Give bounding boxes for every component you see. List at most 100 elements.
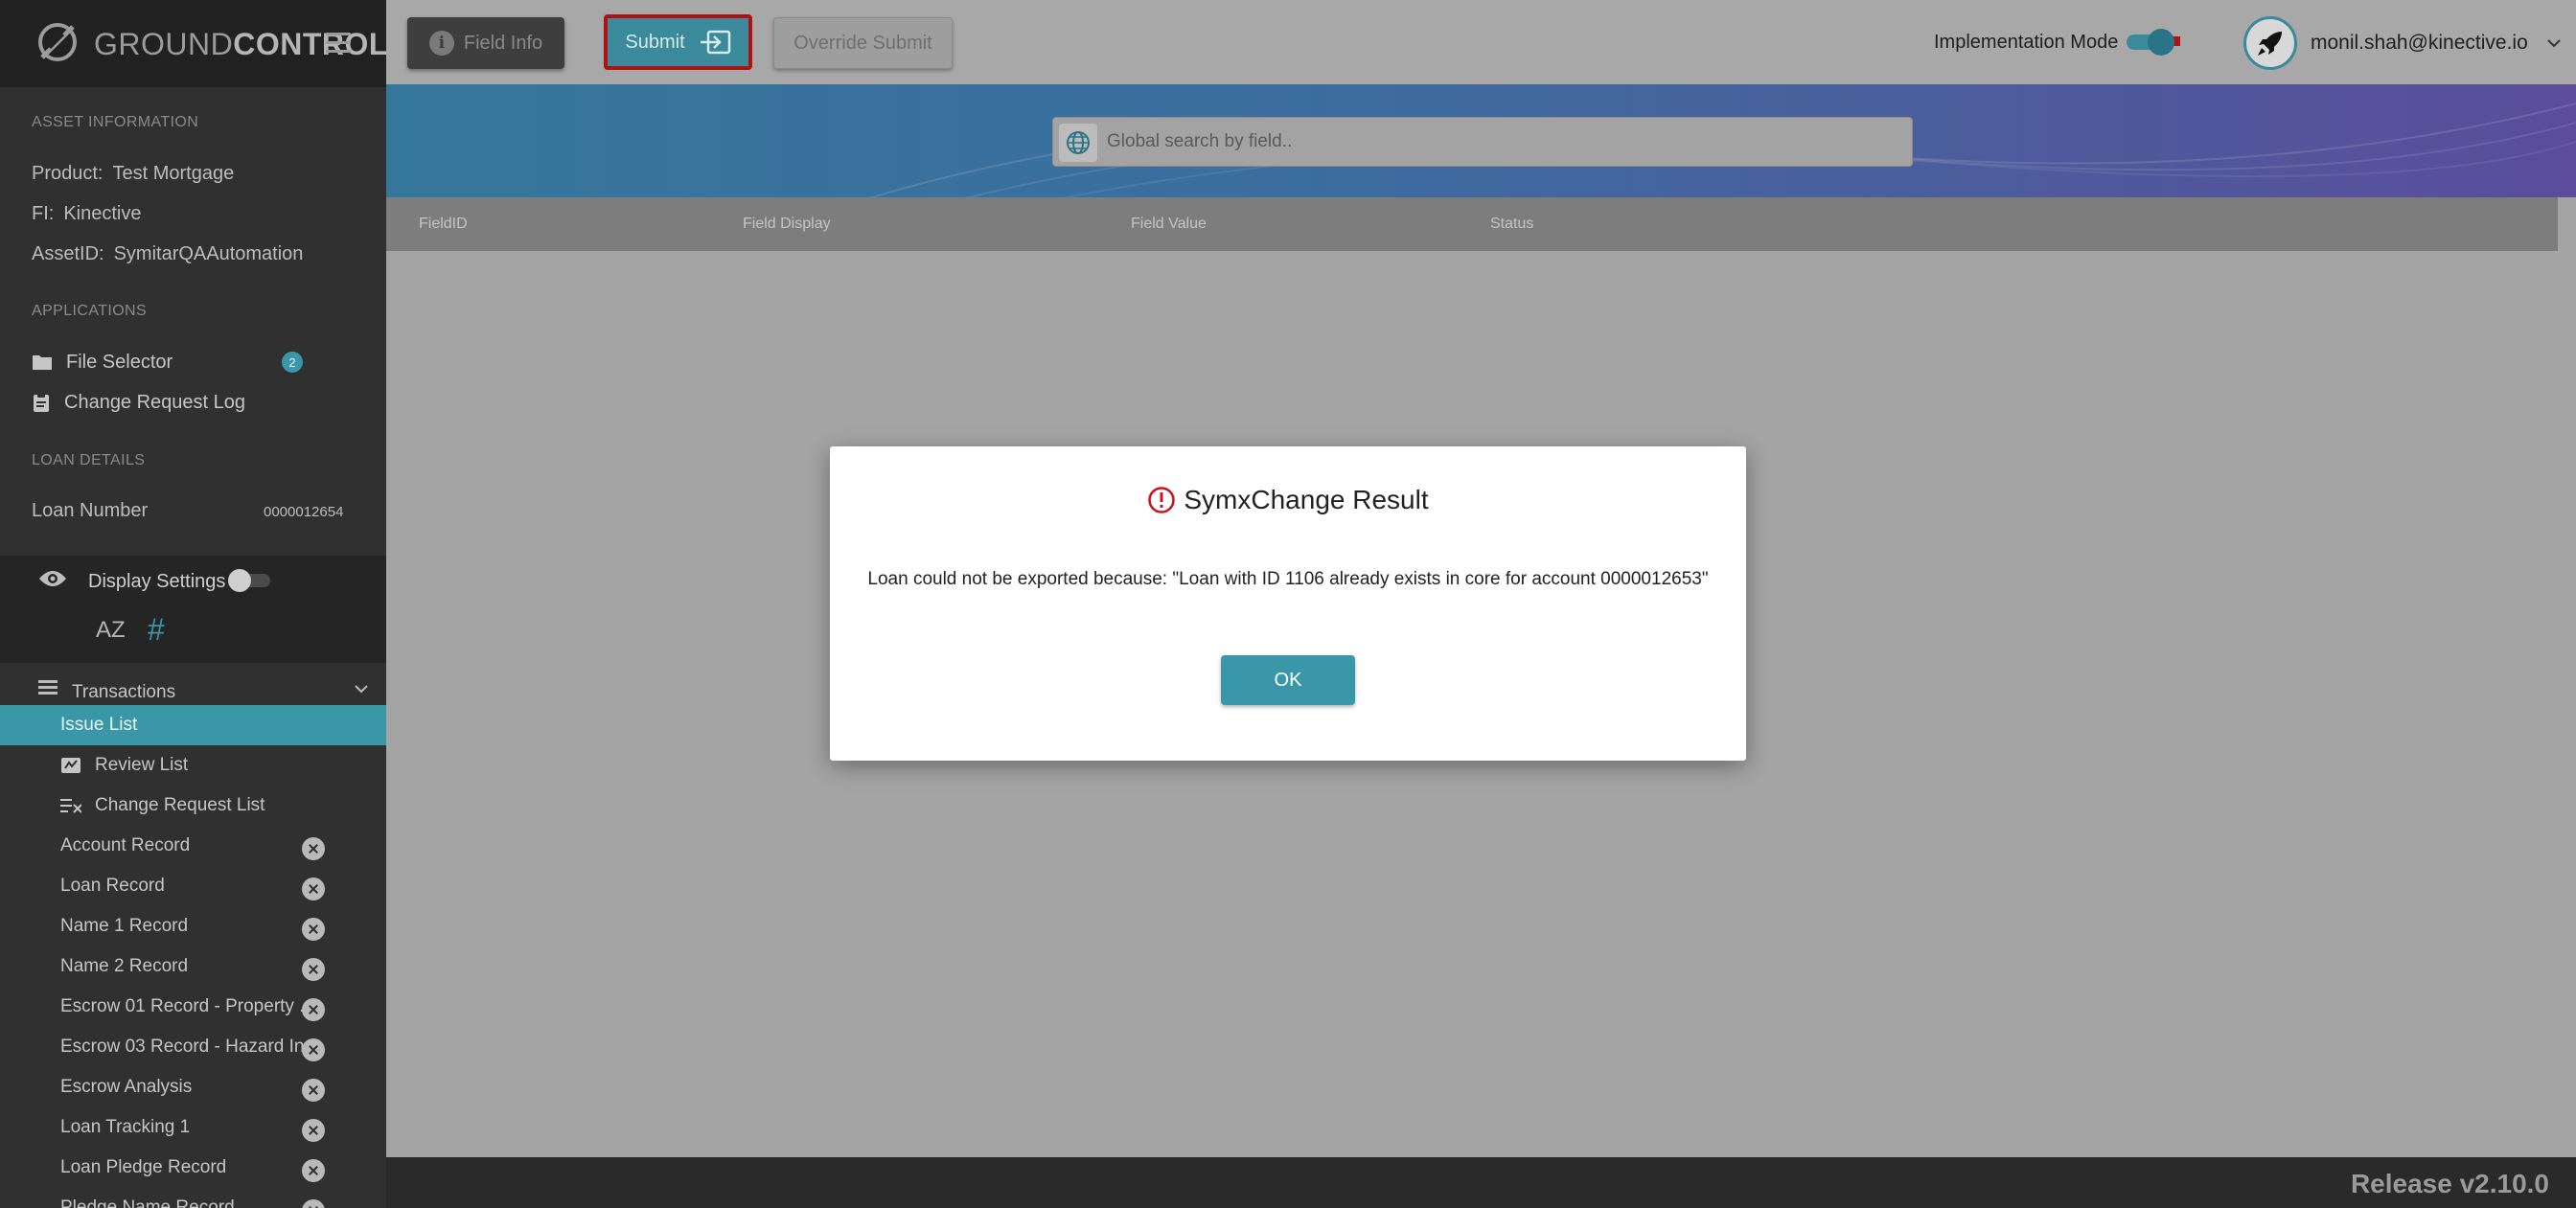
close-icon[interactable] [302, 998, 325, 1021]
close-icon[interactable] [302, 1038, 325, 1061]
submit-icon [700, 30, 730, 55]
nav-name-1-record[interactable]: Name 1 Record [0, 906, 386, 946]
close-icon[interactable] [302, 958, 325, 981]
file-selector-count-badge: 2 [282, 352, 303, 373]
close-icon[interactable] [302, 837, 325, 860]
search-banner [386, 84, 2576, 197]
nav-name-2-record[interactable]: Name 2 Record [0, 946, 386, 987]
nav-review-list[interactable]: Review List [0, 745, 386, 786]
nav-escrow-03-record[interactable]: Escrow 03 Record - Hazard In... [0, 1027, 386, 1067]
nav-loan-pledge-record[interactable]: Loan Pledge Record [0, 1148, 386, 1188]
nav-loan-record[interactable]: Loan Record [0, 866, 386, 906]
app-change-request-log[interactable]: Change Request Log [32, 387, 245, 418]
nav-item-label: Name 1 Record [60, 916, 189, 936]
ok-button[interactable]: OK [1221, 655, 1355, 705]
loan-number-label: Loan Number [32, 500, 149, 521]
chevron-down-icon [2547, 39, 2561, 48]
clipboard-icon [34, 393, 49, 412]
nav-item-label: Account Record [60, 835, 191, 855]
review-icon [61, 758, 80, 773]
dialog-title-text: SymxChange Result [1184, 485, 1429, 514]
globe-icon[interactable] [1059, 124, 1097, 162]
info-icon: i [428, 31, 454, 56]
nav-issue-list[interactable]: Issue List [0, 705, 386, 745]
avatar [2243, 16, 2297, 70]
nav-item-label: Pledge Name Record [60, 1197, 235, 1208]
app-file-selector[interactable]: File Selector [32, 347, 172, 377]
app-file-selector-label: File Selector [66, 351, 173, 373]
error-icon [1148, 487, 1176, 513]
chevron-down-icon [355, 685, 368, 694]
close-icon[interactable] [302, 1199, 325, 1208]
nav-escrow-analysis[interactable]: Escrow Analysis [0, 1067, 386, 1107]
applications-heading: APPLICATIONS [32, 303, 148, 319]
loan-number-value: 0000012654 [264, 504, 344, 520]
folder-icon [33, 355, 52, 370]
loan-details-heading: LOAN DETAILS [32, 452, 146, 468]
sidebar: GROUNDCONTROL ASSET INFORMATION Product:… [0, 0, 386, 1208]
close-icon[interactable] [302, 1079, 325, 1102]
close-icon[interactable] [302, 918, 325, 941]
eye-icon [39, 571, 66, 586]
global-search [1052, 117, 1913, 167]
hash-icon[interactable]: # [148, 612, 165, 648]
nav-item-label: Escrow 01 Record - Property ... [60, 996, 315, 1016]
list-icon [38, 680, 58, 695]
nav-change-request-list[interactable]: Change Request List [0, 786, 386, 826]
rocket-icon [2258, 32, 2282, 56]
asset-id: AssetID: SymitarQAAutomation [32, 243, 304, 264]
override-submit-button[interactable]: Override Submit [773, 17, 953, 69]
transactions-header[interactable]: Transactions [0, 671, 386, 702]
override-submit-label: Override Submit [794, 32, 932, 54]
implementation-mode-toggle[interactable] [2123, 27, 2180, 57]
asset-product: Product: Test Mortgage [32, 163, 235, 184]
display-settings-panel: Display Settings AZ # [0, 556, 386, 663]
nav-escrow-01-record[interactable]: Escrow 01 Record - Property ... [0, 987, 386, 1027]
field-info-label: Field Info [463, 32, 543, 54]
dialog-message: Loan could not be exported because: "Loa… [867, 569, 1709, 589]
user-menu[interactable]: monil.shah@kinective.io [2243, 16, 2561, 70]
column-header-field-display[interactable]: Field Display [743, 216, 831, 233]
table-header: FieldID Field Display Field Value Status [386, 197, 2558, 251]
display-settings-toggle[interactable] [228, 567, 274, 592]
dialog-title: SymxChange Result [830, 485, 1746, 515]
app-change-request-log-label: Change Request Log [64, 391, 246, 413]
close-icon[interactable] [302, 1159, 325, 1182]
user-email: monil.shah@kinective.io [2311, 32, 2528, 54]
groundcontrol-logo-icon [38, 23, 77, 61]
nav-pledge-name-record[interactable]: Pledge Name Record [0, 1188, 386, 1208]
column-header-fieldid[interactable]: FieldID [419, 216, 468, 233]
release-version: Release v2.10.0 [2350, 1169, 2549, 1198]
nav-item-label: Loan Pledge Record [60, 1157, 227, 1177]
nav-change-request-list-label: Change Request List [95, 795, 265, 815]
display-settings-label: Display Settings [88, 571, 226, 592]
transactions-label: Transactions [72, 682, 176, 702]
change-list-icon [60, 799, 81, 813]
nav-review-list-label: Review List [95, 755, 189, 775]
nav-loan-tracking-1[interactable]: Loan Tracking 1 [0, 1107, 386, 1148]
submit-button[interactable]: Submit [604, 14, 752, 70]
nav-issue-list-label: Issue List [60, 715, 138, 735]
top-toolbar: i Field Info Submit Override Submit Impl… [386, 0, 2576, 84]
implementation-mode-label: Implementation Mode [1934, 32, 2119, 53]
nav-item-label: Name 2 Record [60, 956, 189, 976]
nav-account-record[interactable]: Account Record [0, 826, 386, 866]
sort-az-icon[interactable]: AZ [96, 617, 126, 644]
sidebar-header: GROUNDCONTROL [0, 0, 386, 87]
nav-item-label: Escrow Analysis [60, 1077, 193, 1097]
asset-fi: FI: Kinective [32, 203, 142, 224]
column-header-status[interactable]: Status [1490, 216, 1533, 233]
symxchange-result-dialog: SymxChange Result Loan could not be expo… [830, 446, 1746, 761]
nav-item-label: Loan Record [60, 876, 165, 896]
submit-label: Submit [625, 31, 685, 53]
nav-item-label: Escrow 03 Record - Hazard In... [60, 1037, 320, 1057]
column-header-field-value[interactable]: Field Value [1131, 216, 1207, 233]
nav-item-label: Loan Tracking 1 [60, 1117, 191, 1137]
close-icon[interactable] [302, 878, 325, 900]
footer: Release v2.10.0 [386, 1157, 2576, 1208]
hamburger-menu-icon[interactable] [326, 33, 351, 54]
search-input[interactable] [1107, 118, 1893, 166]
field-info-button[interactable]: i Field Info [407, 17, 564, 69]
asset-information-heading: ASSET INFORMATION [32, 114, 199, 130]
close-icon[interactable] [302, 1119, 325, 1142]
